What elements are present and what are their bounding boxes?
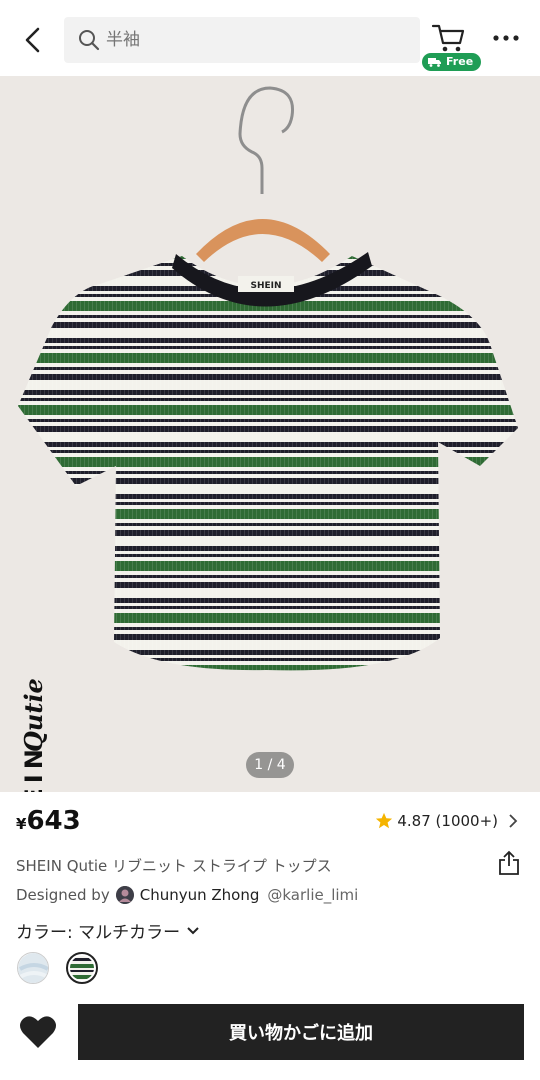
rating-count: (1000+) bbox=[435, 812, 498, 830]
color-swatch-green-stripe[interactable] bbox=[66, 952, 98, 984]
product-photo: SHEIN bbox=[18, 86, 518, 671]
price: ¥643 bbox=[16, 806, 81, 836]
designed-by-label: Designed by bbox=[16, 886, 110, 904]
free-shipping-badge: Free bbox=[422, 53, 482, 71]
wishlist-heart-icon[interactable] bbox=[18, 1012, 58, 1052]
free-badge-label: Free bbox=[446, 55, 474, 68]
neck-label-text: SHEIN bbox=[250, 281, 281, 291]
search-icon bbox=[78, 29, 100, 51]
back-icon[interactable] bbox=[18, 24, 50, 56]
designer-avatar[interactable] bbox=[115, 886, 134, 904]
truck-icon bbox=[428, 58, 441, 67]
image-page-indicator: 1 / 4 bbox=[246, 752, 294, 778]
rating-summary[interactable]: 4.87 (1000+) bbox=[375, 812, 518, 830]
search-input[interactable] bbox=[106, 17, 406, 63]
designer-name[interactable]: Chunyun Zhong bbox=[140, 886, 260, 904]
share-icon[interactable] bbox=[498, 850, 520, 876]
brand-logo-vertical: SHEIN Qutie bbox=[19, 678, 48, 792]
color-label: カラー: マルチカラー bbox=[16, 923, 181, 943]
search-box[interactable] bbox=[64, 17, 420, 63]
currency-symbol: ¥ bbox=[16, 815, 27, 833]
top-bar: Free bbox=[0, 0, 540, 76]
rating-value: 4.87 bbox=[397, 812, 431, 830]
brand-sub-vertical: Qutie bbox=[19, 678, 48, 752]
add-to-cart-button[interactable]: 買い物かごに追加 bbox=[78, 1004, 524, 1060]
product-title: SHEIN Qutie リブニット ストライプ トップス bbox=[16, 857, 332, 875]
price-value: 643 bbox=[26, 806, 81, 836]
product-image-gallery[interactable]: SHEIN SHEIN Qutie 1 / 4 bbox=[0, 76, 540, 792]
more-icon[interactable] bbox=[492, 28, 520, 48]
cart-icon bbox=[431, 24, 465, 52]
star-icon bbox=[376, 812, 393, 829]
designer-info[interactable]: Designed by Chunyun Zhong @karlie_limi bbox=[16, 886, 358, 904]
chevron-right-icon bbox=[509, 814, 518, 828]
chevron-down-icon bbox=[187, 926, 199, 934]
color-selector[interactable]: カラー: マルチカラー bbox=[16, 918, 200, 943]
color-swatch-light-blue[interactable] bbox=[17, 952, 49, 984]
designer-handle[interactable]: @karlie_limi bbox=[267, 886, 358, 904]
